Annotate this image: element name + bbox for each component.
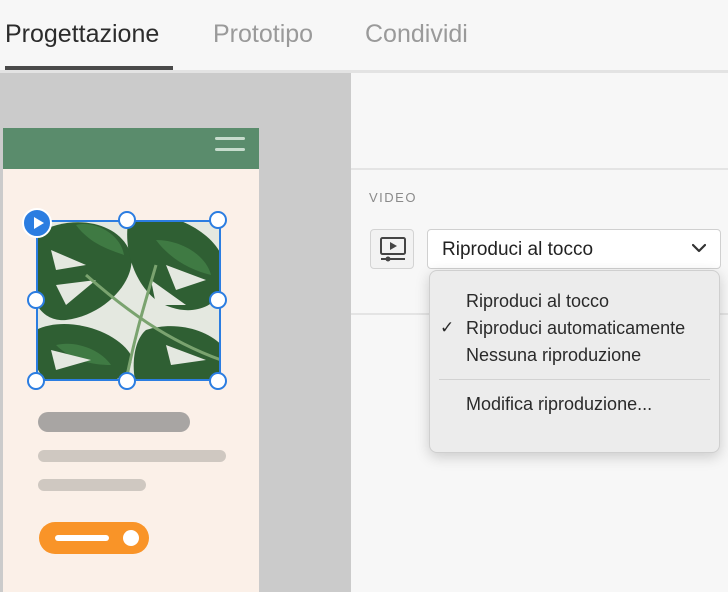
placeholder-text-line xyxy=(38,479,146,491)
resize-handle-bottom[interactable] xyxy=(118,372,136,390)
dropdown-selected-value: Riproduci al tocco xyxy=(442,239,594,260)
toggle-knob xyxy=(123,530,139,546)
resize-handle-top-right[interactable] xyxy=(209,211,227,229)
menu-item-riproduci-al-tocco[interactable]: Riproduci al tocco xyxy=(430,288,719,314)
menu-item-label: Nessuna riproduzione xyxy=(466,345,642,365)
artboard-header-bar xyxy=(3,128,259,169)
check-icon: ✓ xyxy=(440,318,455,337)
video-section-label: VIDEO xyxy=(369,190,417,205)
menu-item-label: Modifica riproduzione... xyxy=(466,394,653,414)
menu-item-nessuna-riproduzione[interactable]: Nessuna riproduzione xyxy=(430,342,719,368)
placeholder-title xyxy=(38,412,190,432)
menu-item-riproduci-automaticamente[interactable]: ✓ Riproduci automaticamente xyxy=(430,315,719,341)
resize-handle-left[interactable] xyxy=(27,291,45,309)
toggle-bar xyxy=(55,535,109,541)
mobile-artboard[interactable] xyxy=(3,128,259,592)
monstera-video-thumbnail[interactable] xyxy=(36,220,221,381)
menu-item-label: Riproduci al tocco xyxy=(466,291,610,311)
resize-handle-right[interactable] xyxy=(209,291,227,309)
tab-prototipo[interactable]: Prototipo xyxy=(213,20,313,49)
chevron-down-icon xyxy=(692,243,706,253)
video-playback-icon xyxy=(380,237,406,262)
tab-progettazione[interactable]: Progettazione xyxy=(5,20,159,49)
design-canvas[interactable] xyxy=(0,73,351,592)
menu-divider xyxy=(439,379,710,380)
tab-bar: Progettazione Prototipo Condividi xyxy=(0,0,728,74)
menu-item-modifica-riproduzione[interactable]: Modifica riproduzione... xyxy=(430,391,719,417)
tab-condividi[interactable]: Condividi xyxy=(365,20,468,49)
hamburger-menu-icon xyxy=(215,137,245,157)
monstera-leaves-image xyxy=(36,220,221,381)
resize-handle-bottom-left[interactable] xyxy=(27,372,45,390)
resize-handle-bottom-right[interactable] xyxy=(209,372,227,390)
placeholder-toggle-button[interactable] xyxy=(39,522,149,554)
playback-mode-menu: Riproduci al tocco ✓ Riproduci automatic… xyxy=(429,270,720,453)
placeholder-text-line xyxy=(38,450,226,462)
play-icon[interactable] xyxy=(22,208,52,238)
panel-divider xyxy=(351,168,728,170)
menu-item-label: Riproduci automaticamente xyxy=(466,318,686,338)
resize-handle-top[interactable] xyxy=(118,211,136,229)
video-playback-button[interactable] xyxy=(370,229,414,269)
playback-mode-dropdown[interactable]: Riproduci al tocco xyxy=(427,229,721,269)
